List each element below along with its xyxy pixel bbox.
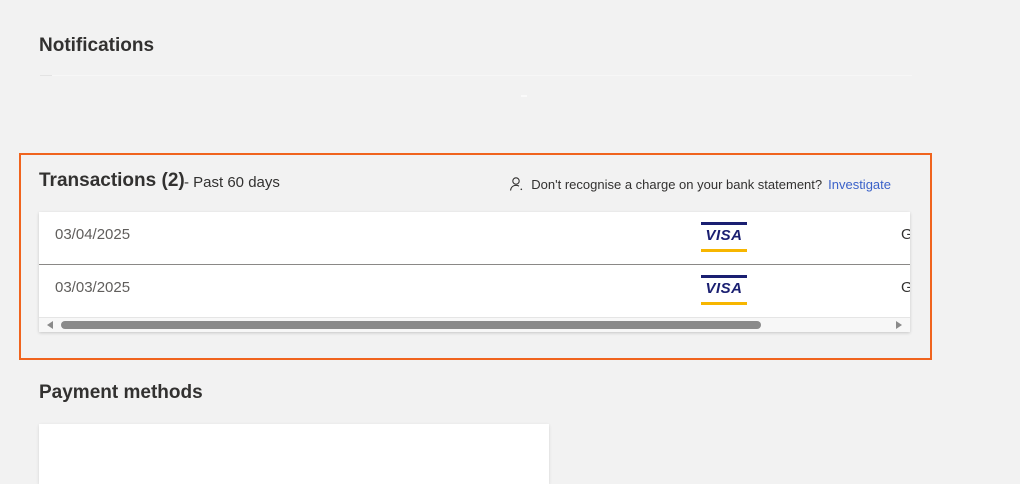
visa-logo-text: VISA — [705, 227, 743, 244]
payment-methods-title: Payment methods — [39, 382, 203, 403]
transactions-table: 03/04/2025 VISA G 03/03/2025 VISA G — [39, 212, 910, 332]
table-row[interactable]: 03/03/2025 VISA G — [39, 265, 910, 317]
scrollbar-thumb[interactable] — [61, 321, 761, 329]
transactions-header: Transactions (2) - Past 60 days Don't re… — [39, 170, 891, 196]
transaction-truncated-text: G — [901, 226, 910, 243]
notifications-divider — [40, 75, 912, 76]
investigate-link[interactable]: Investigate — [828, 177, 891, 192]
transactions-title: Transactions (2) — [39, 170, 185, 191]
transaction-date: 03/04/2025 — [55, 226, 131, 243]
person-question-icon — [509, 176, 525, 192]
table-row[interactable]: 03/04/2025 VISA G — [39, 212, 910, 265]
horizontal-scrollbar[interactable] — [39, 317, 910, 332]
visa-card-icon: VISA — [701, 222, 747, 252]
notifications-placeholder — [521, 95, 527, 97]
transaction-truncated-text: G — [901, 279, 910, 296]
scroll-right-arrow-icon[interactable] — [896, 321, 902, 329]
transaction-date: 03/03/2025 — [55, 279, 131, 296]
notifications-title: Notifications — [39, 35, 155, 56]
payment-method-card[interactable] — [39, 424, 549, 484]
transactions-subtitle: - Past 60 days — [184, 174, 280, 191]
investigate-help-text: Don't recognise a charge on your bank st… — [531, 176, 823, 192]
investigate-help: Don't recognise a charge on your bank st… — [509, 176, 891, 192]
visa-card-icon: VISA — [701, 275, 747, 305]
scroll-left-arrow-icon[interactable] — [47, 321, 53, 329]
visa-logo-text: VISA — [705, 280, 743, 297]
